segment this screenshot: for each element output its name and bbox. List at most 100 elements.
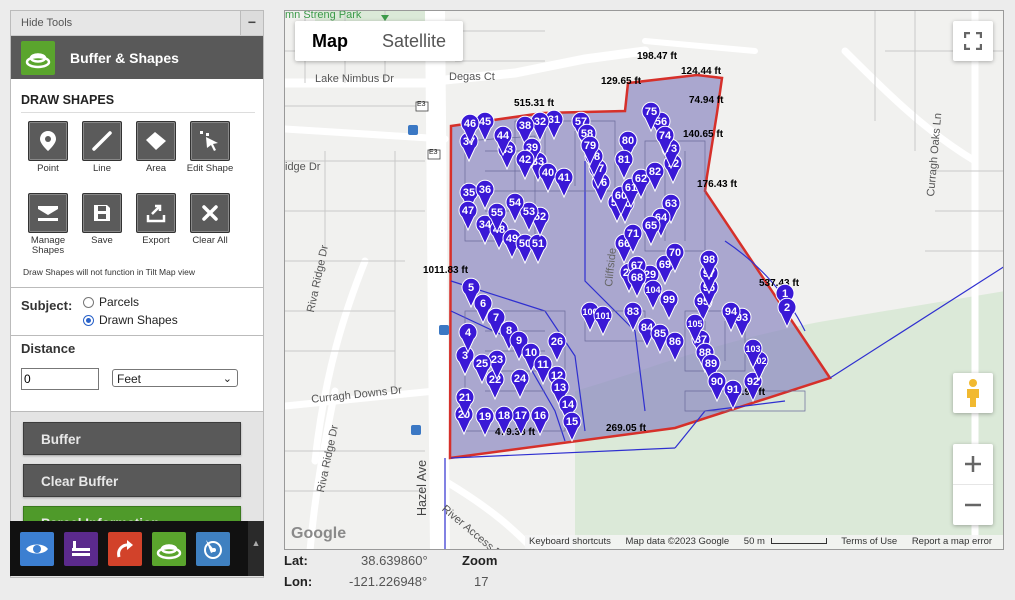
parcel-pin[interactable]: 91 <box>723 379 743 411</box>
pin-label: 17 <box>515 410 527 422</box>
manage-shapes-tool-button[interactable]: Manage Shapes <box>21 193 75 265</box>
save-floppy-icon[interactable] <box>82 193 122 233</box>
zoom-value: 17 <box>474 574 489 589</box>
parcel-pin[interactable]: 41 <box>554 167 574 199</box>
drawn-shapes-radio[interactable] <box>83 314 94 326</box>
clear-all-tool-button[interactable]: Clear All <box>183 193 237 265</box>
subject-group: Subject: Parcels Drawn Shapes <box>21 295 263 331</box>
clear-all-x-icon[interactable] <box>190 193 230 233</box>
parcel-pin[interactable]: 42 <box>515 149 535 181</box>
compass-icon[interactable] <box>196 531 230 566</box>
map-data-label: Map data ©2023 Google <box>625 536 730 547</box>
map-type-satellite-button[interactable]: Satellite <box>365 21 463 61</box>
clear-buffer-button[interactable]: Clear Buffer <box>23 464 241 497</box>
parcel-pin[interactable]: 81 <box>614 149 634 181</box>
parcel-pin[interactable]: 54 <box>505 192 525 224</box>
manage-shapes-icon[interactable] <box>28 193 68 233</box>
chevron-down-icon: ⌄ <box>222 373 232 385</box>
hide-tools-label[interactable]: Hide Tools <box>21 17 72 29</box>
fullscreen-button[interactable] <box>953 21 993 61</box>
parcel-pin[interactable]: 51 <box>528 233 548 265</box>
pin-label: 9 <box>516 335 522 347</box>
buffer-rings-icon <box>21 40 55 75</box>
parcel-pin[interactable]: 26 <box>547 331 567 363</box>
street-view-pegman[interactable] <box>953 373 993 413</box>
pin-label: 32 <box>534 116 546 128</box>
draw-shapes-note: Draw Shapes will not function in Tilt Ma… <box>23 267 195 277</box>
parcel-pin[interactable]: 86 <box>665 331 685 363</box>
parcel-pin[interactable]: 2 <box>777 297 797 329</box>
buffer-rings-icon[interactable] <box>152 531 186 566</box>
zoom-in-button[interactable] <box>953 444 993 485</box>
parcels-radio-label[interactable]: Parcels <box>99 295 139 309</box>
hide-tools-bar[interactable]: Hide Tools − <box>11 11 263 36</box>
pin-label: 21 <box>459 392 471 404</box>
pin-label: 23 <box>491 354 503 366</box>
parcel-pin[interactable]: 3 <box>455 345 475 377</box>
parcel-pin[interactable]: 17 <box>511 405 531 437</box>
terms-of-use-link[interactable]: Terms of Use <box>841 536 897 547</box>
collapse-tab[interactable]: − <box>240 11 263 35</box>
parcel-pin[interactable]: 65 <box>641 215 661 247</box>
tools-panel: Hide Tools − Buffer & Shapes DRAW SHAPES… <box>10 10 264 578</box>
parcel-pin[interactable]: 19 <box>475 406 495 438</box>
keyboard-shortcuts-link[interactable]: Keyboard shortcuts <box>529 536 611 547</box>
fullscreen-icon <box>964 32 982 50</box>
distance-unit-select[interactable]: Feet ⌄ <box>112 369 238 387</box>
draw-shapes-title: DRAW SHAPES <box>21 93 115 107</box>
google-logo[interactable]: Google <box>291 526 346 547</box>
zoom-label: Zoom <box>462 553 498 568</box>
layers-list-icon[interactable] <box>64 531 98 566</box>
line-icon[interactable] <box>82 121 122 161</box>
distance-input[interactable] <box>21 368 99 390</box>
pin-label: 38 <box>519 120 531 132</box>
export-tool-button[interactable]: Export <box>129 193 183 265</box>
pin-label: 63 <box>665 198 677 210</box>
parcel-pin[interactable]: 68 <box>627 267 647 299</box>
polygon-area-icon[interactable] <box>136 121 176 161</box>
parcel-pin[interactable]: 104 <box>643 279 663 311</box>
parcel-pin[interactable]: 47 <box>458 200 478 232</box>
map-view[interactable]: Lake Nimbus Dr Degas Ct idge Dr Riva Rid… <box>284 10 1004 550</box>
bottom-toolbar: ▲ <box>10 521 264 576</box>
parcel-pin[interactable]: 101 <box>593 305 613 337</box>
edit-shape-tool-button[interactable]: Edit Shape <box>183 121 237 193</box>
subject-option-drawn-shapes[interactable]: Drawn Shapes <box>83 313 178 327</box>
subject-option-parcels[interactable]: Parcels <box>83 295 178 309</box>
buffer-button[interactable]: Buffer <box>23 422 241 455</box>
map-marker-icon[interactable] <box>28 121 68 161</box>
parcel-pin[interactable]: 82 <box>645 161 665 193</box>
pin-label: 85 <box>654 328 666 340</box>
save-label: Save <box>91 235 113 246</box>
minus-icon <box>965 503 981 507</box>
area-tool-button[interactable]: Area <box>129 121 183 193</box>
eye-icon[interactable] <box>20 531 54 566</box>
line-tool-button[interactable]: Line <box>75 121 129 193</box>
parcels-radio[interactable] <box>83 296 94 308</box>
map-type-control: Map Satellite <box>295 21 464 61</box>
point-tool-button[interactable]: Point <box>21 121 75 193</box>
parcel-pin[interactable]: 24 <box>510 368 530 400</box>
parcel-pin[interactable]: 40 <box>538 162 558 194</box>
divider <box>11 335 263 336</box>
zoom-out-button[interactable] <box>953 485 993 525</box>
pin-label: 65 <box>645 220 657 232</box>
toolbar-scroll-up-icon[interactable]: ▲ <box>248 521 264 576</box>
pin-label: 92 <box>747 376 759 388</box>
parcel-pin[interactable]: 16 <box>530 405 550 437</box>
parcel-pin[interactable]: 90 <box>707 371 727 403</box>
pin-label: 47 <box>462 205 474 217</box>
parcel-pin[interactable]: 99 <box>659 289 679 321</box>
redo-arrow-icon[interactable] <box>108 531 142 566</box>
export-icon[interactable] <box>136 193 176 233</box>
save-tool-button[interactable]: Save <box>75 193 129 265</box>
edit-shape-cursor-icon[interactable] <box>190 121 230 161</box>
parcel-pin[interactable]: 15 <box>562 411 582 443</box>
pin-label: 25 <box>476 358 488 370</box>
map-type-map-button[interactable]: Map <box>295 21 365 61</box>
report-map-error-link[interactable]: Report a map error <box>912 536 992 547</box>
pin-label: 82 <box>649 166 661 178</box>
scale-label[interactable]: 50 m <box>744 536 765 547</box>
drawn-shapes-radio-label[interactable]: Drawn Shapes <box>99 313 178 327</box>
parcel-pin[interactable]: 18 <box>494 405 514 437</box>
